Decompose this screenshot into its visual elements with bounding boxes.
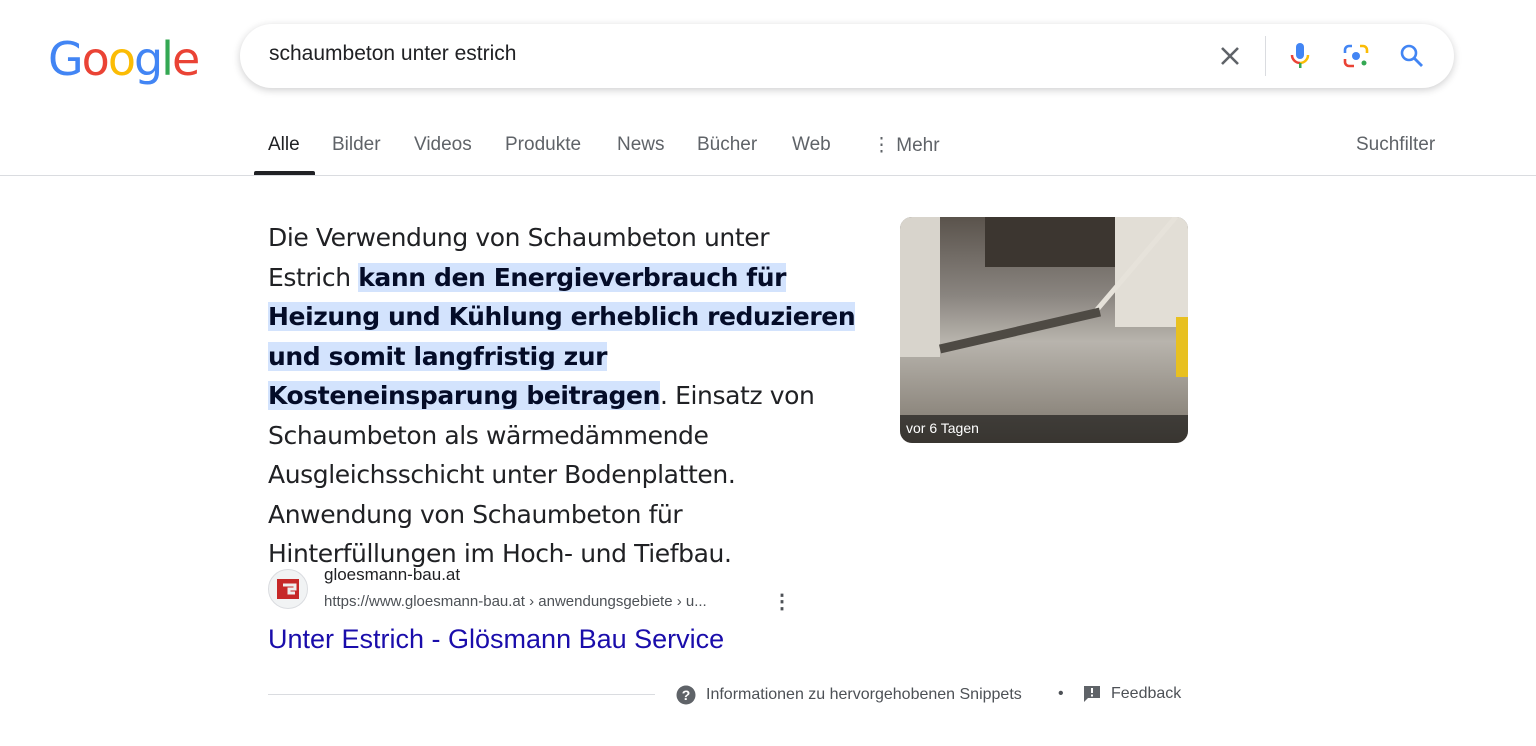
feedback-link[interactable]: Feedback [1083,685,1181,703]
thumbnail-image [900,217,1188,377]
google-lens-icon[interactable] [1342,42,1370,70]
feedback-label: Feedback [1111,685,1182,702]
site-name[interactable]: gloesmann-bau.at [324,565,460,585]
divider-line [268,694,655,695]
tab-alle[interactable]: Alle [268,134,300,156]
result-title-link[interactable]: Unter Estrich - Glösmann Bau Service [268,624,724,655]
tab-produkte[interactable]: Produkte [505,134,581,156]
site-favicon[interactable] [268,569,308,609]
logo-letter: G [48,32,84,86]
thumbnail-caption: vor 6 Tagen [900,415,1188,443]
snippet-info-label: Informationen zu hervorgehobenen Snippet… [706,686,1022,703]
tab-buecher[interactable]: Bücher [697,134,757,156]
divider [1265,36,1266,76]
logo-letter: o [81,32,110,86]
help-icon: ? [676,685,696,705]
microphone-icon[interactable] [1286,42,1314,70]
more-vert-icon: ⋮ [872,135,891,156]
logo-letter: o [107,32,136,86]
tab-news[interactable]: News [617,134,665,156]
clear-icon[interactable] [1216,42,1244,70]
search-box [240,24,1454,88]
tab-bilder[interactable]: Bilder [332,134,381,156]
search-tabs: Alle Bilder Videos Produkte News Bücher … [0,120,1536,176]
featured-snippet-text: Die Verwendung von Schaumbeton unter Est… [268,218,858,574]
more-options-icon[interactable]: ⋮ [772,589,792,614]
logo-letter: g [133,32,163,86]
logo-letter: l [161,32,174,86]
active-tab-indicator [254,171,315,175]
feedback-icon [1084,686,1100,702]
search-icon[interactable] [1398,42,1426,70]
google-logo[interactable]: Google [48,32,200,86]
tab-web[interactable]: Web [792,134,831,156]
svg-text:?: ? [682,687,691,703]
search-input[interactable] [269,42,1169,66]
logo-letter: e [171,32,200,86]
tab-videos[interactable]: Videos [414,134,472,156]
snippet-info-link[interactable]: ? Informationen zu hervorgehobenen Snippe… [676,685,1022,705]
site-url[interactable]: https://www.gloesmann-bau.at › anwendung… [324,593,707,610]
suchfilter-button[interactable]: Suchfilter [1356,134,1435,156]
tab-mehr-label: Mehr [896,135,940,156]
snippet-thumbnail[interactable]: vor 6 Tagen [900,217,1188,443]
separator-dot: • [1058,685,1064,702]
tab-mehr[interactable]: ⋮ Mehr [872,134,940,157]
